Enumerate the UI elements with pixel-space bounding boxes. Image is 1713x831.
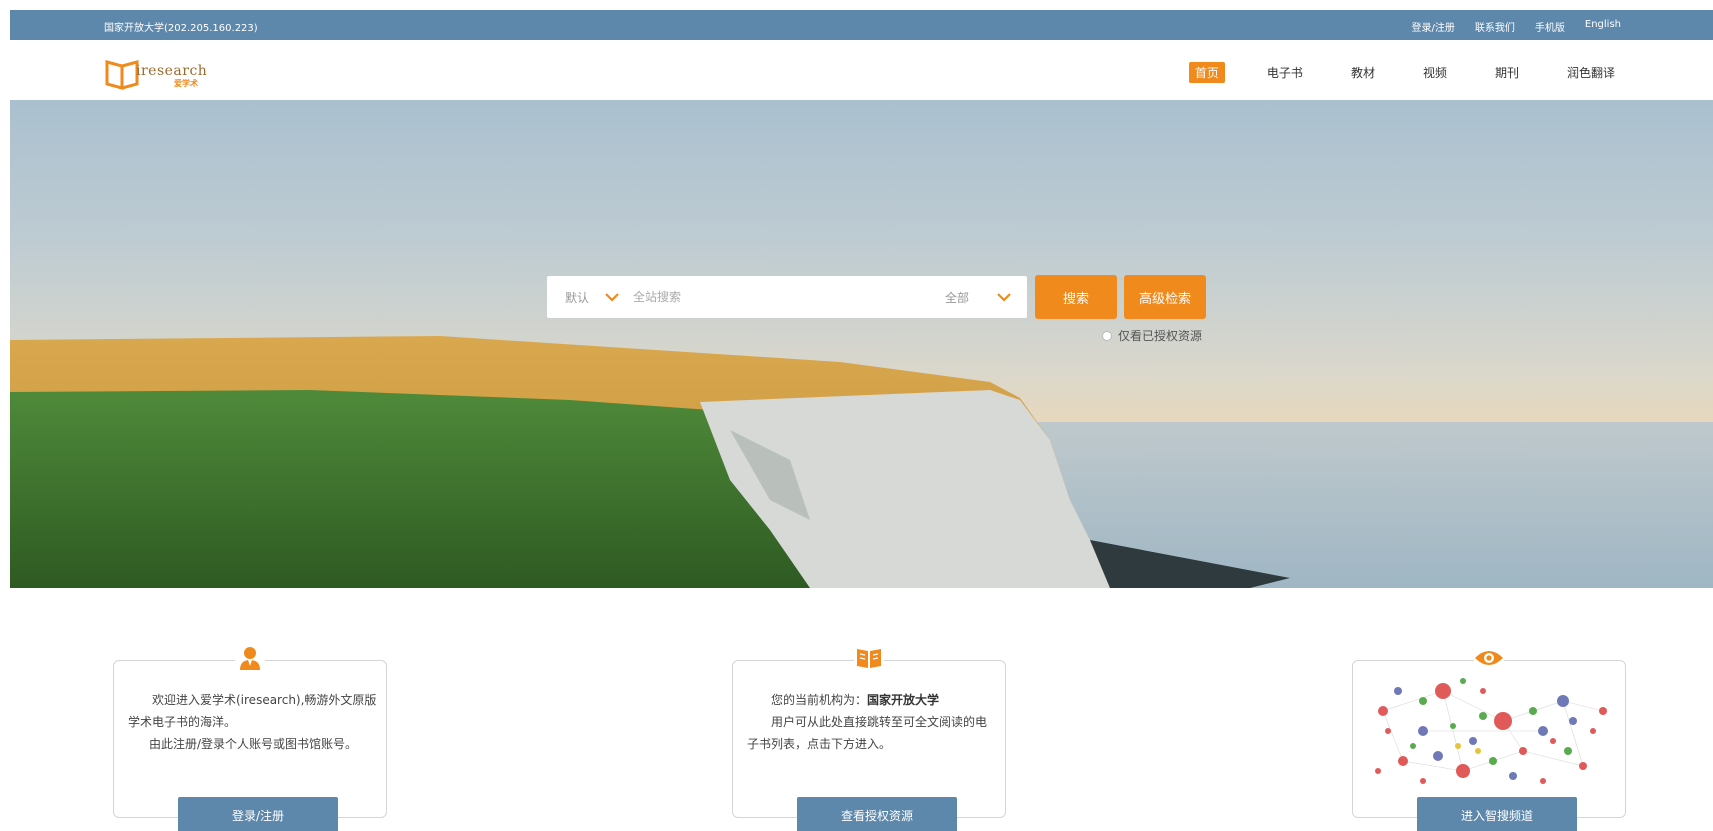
network-graph-image bbox=[1363, 671, 1617, 795]
smart-search-card: 进入智搜频道 bbox=[1352, 643, 1626, 831]
cliff-landscape-image bbox=[10, 336, 1713, 588]
main-nav: 首页 电子书 教材 视频 期刊 润色翻译 bbox=[1153, 62, 1621, 83]
authorized-only-label: 仅看已授权资源 bbox=[1118, 329, 1203, 343]
welcome-card: 欢迎进入爱学术(iresearch),畅游外文原版学术电子书的海洋。 由此注册/… bbox=[113, 643, 387, 831]
institution-name: 国家开放大学 bbox=[867, 693, 940, 707]
nav-item-textbooks[interactable]: 教材 bbox=[1345, 62, 1381, 83]
institution-label: 国家开放大学(202.205.160.223) bbox=[104, 23, 258, 34]
mobile-version-link[interactable]: 手机版 bbox=[1535, 19, 1565, 34]
nav-item-ebooks[interactable]: 电子书 bbox=[1261, 62, 1309, 83]
welcome-text: 欢迎进入爱学术(iresearch),畅游外文原版学术电子书的海洋。 由此注册/… bbox=[128, 689, 378, 755]
enter-smart-search-button[interactable]: 进入智搜频道 bbox=[1417, 797, 1577, 831]
english-link[interactable]: English bbox=[1585, 19, 1621, 34]
nav-item-home[interactable]: 首页 bbox=[1188, 62, 1225, 83]
institution-description: 用户可从此处直接跳转至可全文阅读的电子书列表，点击下方进入。 bbox=[747, 715, 988, 751]
advanced-search-button[interactable]: 高级检索 bbox=[1124, 275, 1206, 319]
institution-prefix: 您的当前机构为： bbox=[771, 693, 868, 707]
logo-subtitle: 爱学术 bbox=[174, 79, 198, 88]
welcome-line-1: 欢迎进入爱学术(iresearch),畅游外文原版学术电子书的海洋。 bbox=[128, 693, 377, 729]
header: iresearch 爱学术 首页 电子书 教材 视频 期刊 润色翻译 bbox=[10, 40, 1713, 100]
chevron-down-icon[interactable] bbox=[605, 290, 619, 304]
top-bar: 国家开放大学(202.205.160.223) 登录/注册 联系我们 手机版 E… bbox=[10, 10, 1713, 40]
search-button[interactable]: 搜索 bbox=[1035, 275, 1117, 319]
search-input[interactable] bbox=[633, 286, 913, 308]
eye-icon bbox=[1474, 643, 1504, 673]
book-icon bbox=[854, 643, 884, 673]
view-authorized-resources-button[interactable]: 查看授权资源 bbox=[797, 797, 957, 831]
login-register-link[interactable]: 登录/注册 bbox=[1412, 19, 1455, 34]
logo-word: iresearch bbox=[136, 63, 208, 79]
top-links: 登录/注册 联系我们 手机版 English bbox=[1412, 19, 1621, 34]
nav-item-journals[interactable]: 期刊 bbox=[1489, 62, 1525, 83]
login-register-button[interactable]: 登录/注册 bbox=[178, 797, 338, 831]
authorized-only-radio[interactable] bbox=[1102, 330, 1112, 341]
authorized-only-toggle[interactable]: 仅看已授权资源 bbox=[1102, 327, 1202, 344]
search-box: 默认 全部 bbox=[547, 276, 1027, 318]
institution-card: 您的当前机构为：国家开放大学 用户可从此处直接跳转至可全文阅读的电子书列表，点击… bbox=[732, 643, 1006, 831]
contact-us-link[interactable]: 联系我们 bbox=[1475, 19, 1515, 34]
search-scope-select[interactable]: 默认 bbox=[565, 289, 589, 306]
hero-banner: 默认 全部 搜索 高级检索 仅看已授权资源 bbox=[10, 100, 1713, 588]
institution-text: 您的当前机构为：国家开放大学 用户可从此处直接跳转至可全文阅读的电子书列表，点击… bbox=[747, 689, 997, 755]
user-icon bbox=[235, 643, 265, 673]
chevron-down-icon[interactable] bbox=[997, 290, 1011, 304]
site-logo[interactable]: iresearch 爱学术 bbox=[104, 56, 214, 92]
nav-item-videos[interactable]: 视频 bbox=[1417, 62, 1453, 83]
welcome-line-2: 由此注册/登录个人账号或图书馆账号。 bbox=[148, 737, 358, 751]
nav-item-polish-translate[interactable]: 润色翻译 bbox=[1561, 62, 1621, 83]
search-type-select[interactable]: 全部 bbox=[945, 289, 969, 306]
